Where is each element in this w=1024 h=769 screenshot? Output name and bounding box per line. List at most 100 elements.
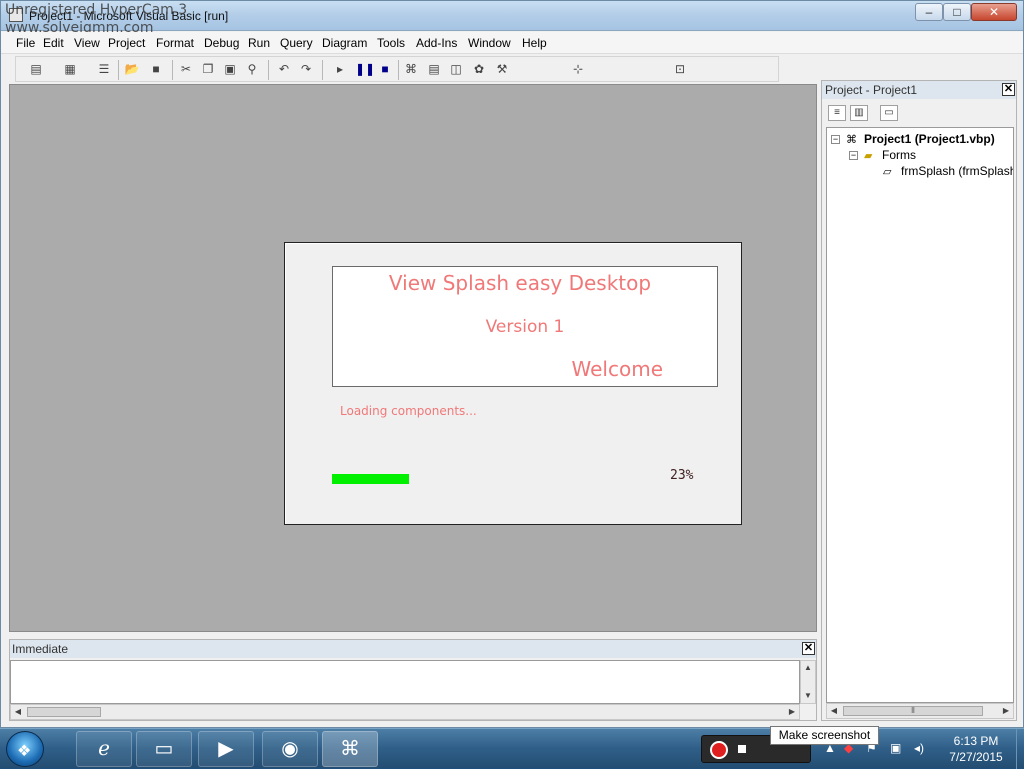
end-icon[interactable]: ■	[377, 61, 393, 77]
menu-diagram[interactable]: Diagram	[322, 36, 367, 50]
menu-query[interactable]: Query	[280, 36, 313, 50]
collapse-icon[interactable]: −	[831, 135, 840, 145]
scroll-right-icon[interactable]: ▶	[999, 704, 1013, 718]
tree-form-node[interactable]: ▱ frmSplash (frmSplash.frm)	[883, 164, 1013, 178]
standard-toolbar: ▤ ▦ ☰ 📂 ■ ✂ ❐ ▣ ⚲ ↶ ↷ ▸ ❚❚ ■ ⌘ ▤ ◫ ✿ ⚒ ⊹…	[15, 56, 779, 82]
project-icon: ⌘	[846, 133, 857, 146]
project-tree: − ⌘ Project1 (Project1.vbp) − ▰ Forms ▱ frmSp…	[826, 127, 1014, 703]
firefox-icon[interactable]: ◉	[262, 731, 318, 767]
loading-label: Loading components...	[340, 404, 477, 418]
network-icon[interactable]: ▣	[890, 741, 901, 755]
undo-icon[interactable]: ↶	[276, 61, 292, 77]
immediate-input[interactable]	[10, 660, 800, 704]
windows-logo-icon: ❖	[17, 743, 32, 760]
visual-basic-icon[interactable]: ⌘	[322, 731, 378, 767]
menu-editor-icon[interactable]: ☰	[96, 61, 112, 77]
start-icon[interactable]: ▸	[332, 61, 348, 77]
project-explorer-icon[interactable]: ⌘	[403, 61, 419, 77]
window-titlebar[interactable]: Project1 - Microsoft Visual Basic [run] …	[1, 1, 1023, 36]
desktop: Project1 - Microsoft Visual Basic [run] …	[0, 0, 1024, 769]
save-icon[interactable]: ■	[148, 61, 164, 77]
scroll-right-icon[interactable]: ▶	[785, 705, 799, 719]
toolbox-icon[interactable]: ⚒	[494, 61, 510, 77]
start-button[interactable]: ❖	[6, 731, 44, 767]
menu-edit[interactable]: Edit	[43, 36, 64, 50]
immediate-hscrollbar[interactable]: ◀ ▶	[10, 704, 800, 720]
properties-icon[interactable]: ▤	[426, 61, 442, 77]
make-screenshot-tooltip: Make screenshot	[770, 726, 879, 745]
project-explorer-header: Project - Project1 ✕	[822, 81, 1016, 99]
volume-icon[interactable]: ◂)	[914, 741, 924, 755]
progress-bar	[332, 474, 668, 484]
position-icon[interactable]: ⊹	[570, 61, 586, 77]
project-explorer: Project - Project1 ✕ ≡ ▥ ▭ − ⌘ Project1 (P…	[821, 80, 1017, 721]
maximize-button[interactable]: □	[943, 3, 971, 21]
splash-version: Version 1	[485, 317, 565, 337]
project-tree-hscrollbar[interactable]: ◀ ⦀ ▶	[826, 703, 1014, 719]
immediate-vscrollbar[interactable]: ▲ ▼	[800, 660, 816, 704]
close-button[interactable]: ✕	[971, 3, 1017, 21]
mdi-workspace: View Splash easy Desktop Version 1 Welco…	[9, 84, 817, 632]
paste-icon[interactable]: ▣	[222, 61, 238, 77]
scroll-left-icon[interactable]: ◀	[827, 704, 841, 718]
file-explorer-icon[interactable]: ▭	[136, 731, 192, 767]
open-icon[interactable]: 📂	[124, 61, 140, 77]
menubar: File Edit View Project Format Debug Run …	[1, 32, 1023, 54]
vb-ide-window: Project1 - Microsoft Visual Basic [run] …	[0, 0, 1024, 728]
break-icon[interactable]: ❚❚	[355, 61, 375, 77]
scroll-thumb[interactable]: ⦀	[843, 706, 983, 716]
splash-form[interactable]: View Splash easy Desktop Version 1 Welco…	[284, 242, 742, 525]
find-icon[interactable]: ⚲	[244, 61, 260, 77]
scroll-up-icon[interactable]: ▲	[801, 661, 815, 675]
object-browser-icon[interactable]: ✿	[471, 61, 487, 77]
redo-icon[interactable]: ↷	[298, 61, 314, 77]
menu-run[interactable]: Run	[248, 36, 270, 50]
view-code-icon[interactable]: ≡	[828, 105, 846, 121]
project-explorer-close-button[interactable]: ✕	[1002, 83, 1015, 96]
internet-explorer-icon[interactable]: ℯ	[76, 731, 132, 767]
menu-project[interactable]: Project	[108, 36, 145, 50]
toggle-folders-icon[interactable]: ▭	[880, 105, 898, 121]
menu-window[interactable]: Window	[468, 36, 511, 50]
project-explorer-toolbar: ≡ ▥ ▭	[822, 101, 1016, 125]
folder-icon: ▰	[864, 149, 873, 162]
splash-title: View Splash easy Desktop	[388, 271, 652, 295]
view-object-icon[interactable]: ▥	[850, 105, 868, 121]
tree-project-node[interactable]: − ⌘ Project1 (Project1.vbp)	[831, 132, 995, 146]
progress-fill	[332, 474, 410, 484]
copy-icon[interactable]: ❐	[200, 61, 216, 77]
watermark-line1: Unregistered HyperCam 3	[5, 2, 188, 18]
tree-form-label: frmSplash (frmSplash.frm)	[901, 164, 1013, 178]
cut-icon[interactable]: ✂	[178, 61, 194, 77]
add-project-icon[interactable]: ▤	[28, 61, 44, 77]
menu-add-ins[interactable]: Add-Ins	[416, 36, 457, 50]
scroll-down-icon[interactable]: ▼	[801, 689, 815, 703]
menu-file[interactable]: File	[16, 36, 35, 50]
form-icon: ▱	[883, 165, 892, 178]
immediate-close-button[interactable]: ✕	[802, 642, 815, 655]
immediate-window: Immediate ✕ ▲ ▼ ◀ ▶	[9, 639, 817, 721]
form-layout-icon[interactable]: ◫	[448, 61, 464, 77]
menu-view[interactable]: View	[74, 36, 100, 50]
menu-tools[interactable]: Tools	[377, 36, 405, 50]
menu-debug[interactable]: Debug	[204, 36, 239, 50]
media-player-icon[interactable]: ▶	[198, 731, 254, 767]
splash-welcome: Welcome	[571, 357, 663, 381]
scroll-thumb[interactable]	[27, 707, 101, 717]
minimize-button[interactable]: –	[915, 3, 943, 21]
immediate-title: Immediate	[12, 642, 69, 656]
add-form-icon[interactable]: ▦	[62, 61, 78, 77]
tree-forms-node[interactable]: − ▰ Forms	[849, 148, 916, 162]
clock-date: 7/27/2015	[949, 750, 1003, 764]
menu-help[interactable]: Help	[522, 36, 547, 50]
scroll-left-icon[interactable]: ◀	[11, 705, 25, 719]
immediate-header: Immediate ✕	[10, 640, 816, 658]
clock[interactable]: 6:13 PM 7/27/2015	[940, 733, 1012, 765]
record-icon[interactable]	[710, 741, 728, 759]
collapse-icon[interactable]: −	[849, 151, 858, 161]
show-desktop-button[interactable]	[1016, 729, 1024, 769]
project-explorer-title: Project - Project1	[825, 83, 918, 97]
menu-format[interactable]: Format	[156, 36, 194, 50]
size-icon[interactable]: ⊡	[672, 61, 688, 77]
stop-icon[interactable]	[738, 745, 746, 753]
